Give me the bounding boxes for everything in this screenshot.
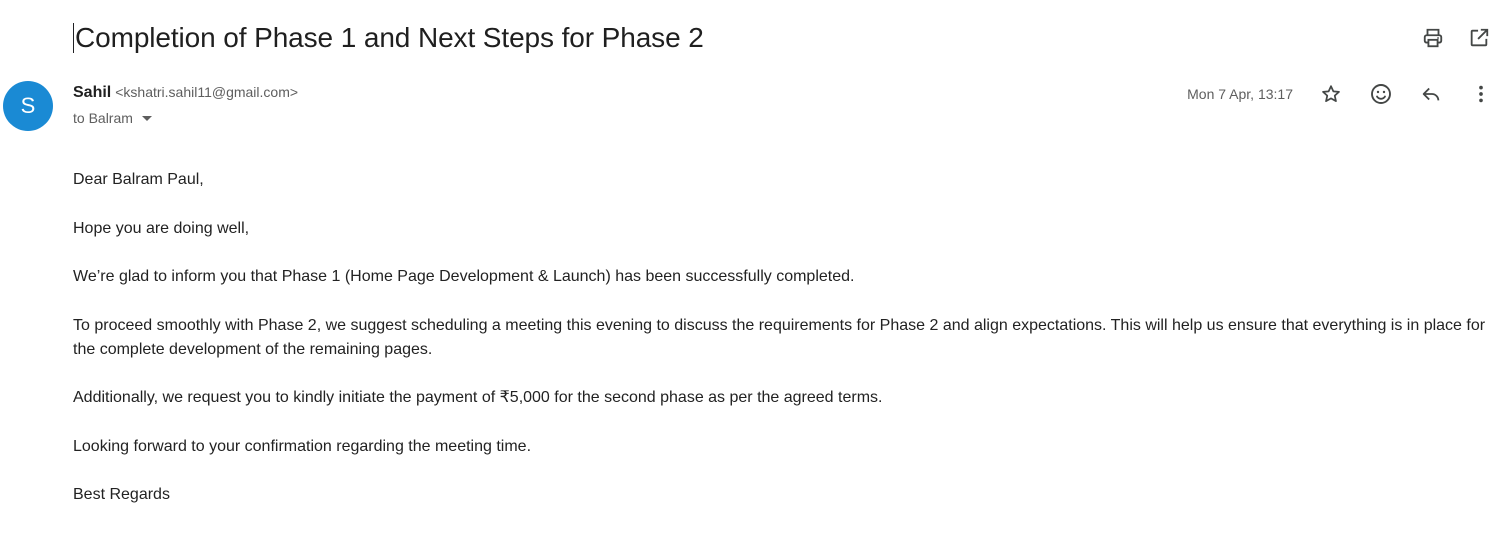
- chevron-down-icon: [141, 116, 152, 121]
- open-in-new-window-icon: [1470, 28, 1489, 47]
- reply-button[interactable]: [1417, 80, 1445, 108]
- email-subject-row: Completion of Phase 1 and Next Steps for…: [73, 18, 704, 58]
- more-options-button[interactable]: [1467, 80, 1495, 108]
- recipient-details-toggle[interactable]: to Balram: [73, 110, 152, 126]
- body-paragraph: We’re glad to inform you that Phase 1 (H…: [73, 268, 855, 285]
- email-body: Dear Balram Paul, Hope you are doing wel…: [73, 168, 1493, 532]
- star-button[interactable]: [1317, 80, 1345, 108]
- reply-icon: [1422, 87, 1440, 101]
- email-subject: Completion of Phase 1 and Next Steps for…: [75, 22, 704, 53]
- emoji-reaction-button[interactable]: [1367, 80, 1395, 108]
- email-timestamp: Mon 7 Apr, 13:17: [1187, 86, 1293, 102]
- body-paragraph: Hope you are doing well,: [73, 219, 250, 237]
- more-vertical-icon: [1479, 85, 1483, 103]
- thread-actions: [1419, 24, 1493, 52]
- sender-name[interactable]: Sahil: [73, 84, 111, 102]
- body-paragraph: Additionally, we request you to kindly i…: [73, 389, 883, 406]
- print-button[interactable]: [1419, 24, 1447, 52]
- star-icon: [1322, 85, 1340, 103]
- sender-line: Sahil <kshatri.sahil11@gmail.com>: [73, 84, 298, 102]
- emoji-reaction-icon: [1371, 84, 1391, 104]
- sender-avatar[interactable]: S: [3, 81, 53, 131]
- signature: Best Regards: [73, 486, 170, 503]
- sender-email: <kshatri.sahil11@gmail.com>: [115, 84, 299, 100]
- open-in-new-window-button[interactable]: [1465, 24, 1493, 52]
- body-paragraph: Looking forward to your confirmation reg…: [73, 437, 532, 455]
- avatar-letter: S: [20, 93, 36, 118]
- text-cursor: [73, 23, 74, 53]
- body-paragraph: To proceed smoothly with Phase 2, we sug…: [73, 316, 1486, 358]
- recipient-label: to Balram: [73, 110, 133, 126]
- message-actions: [1317, 80, 1495, 108]
- print-icon: [1423, 28, 1443, 48]
- greeting: Dear Balram Paul,: [73, 171, 204, 188]
